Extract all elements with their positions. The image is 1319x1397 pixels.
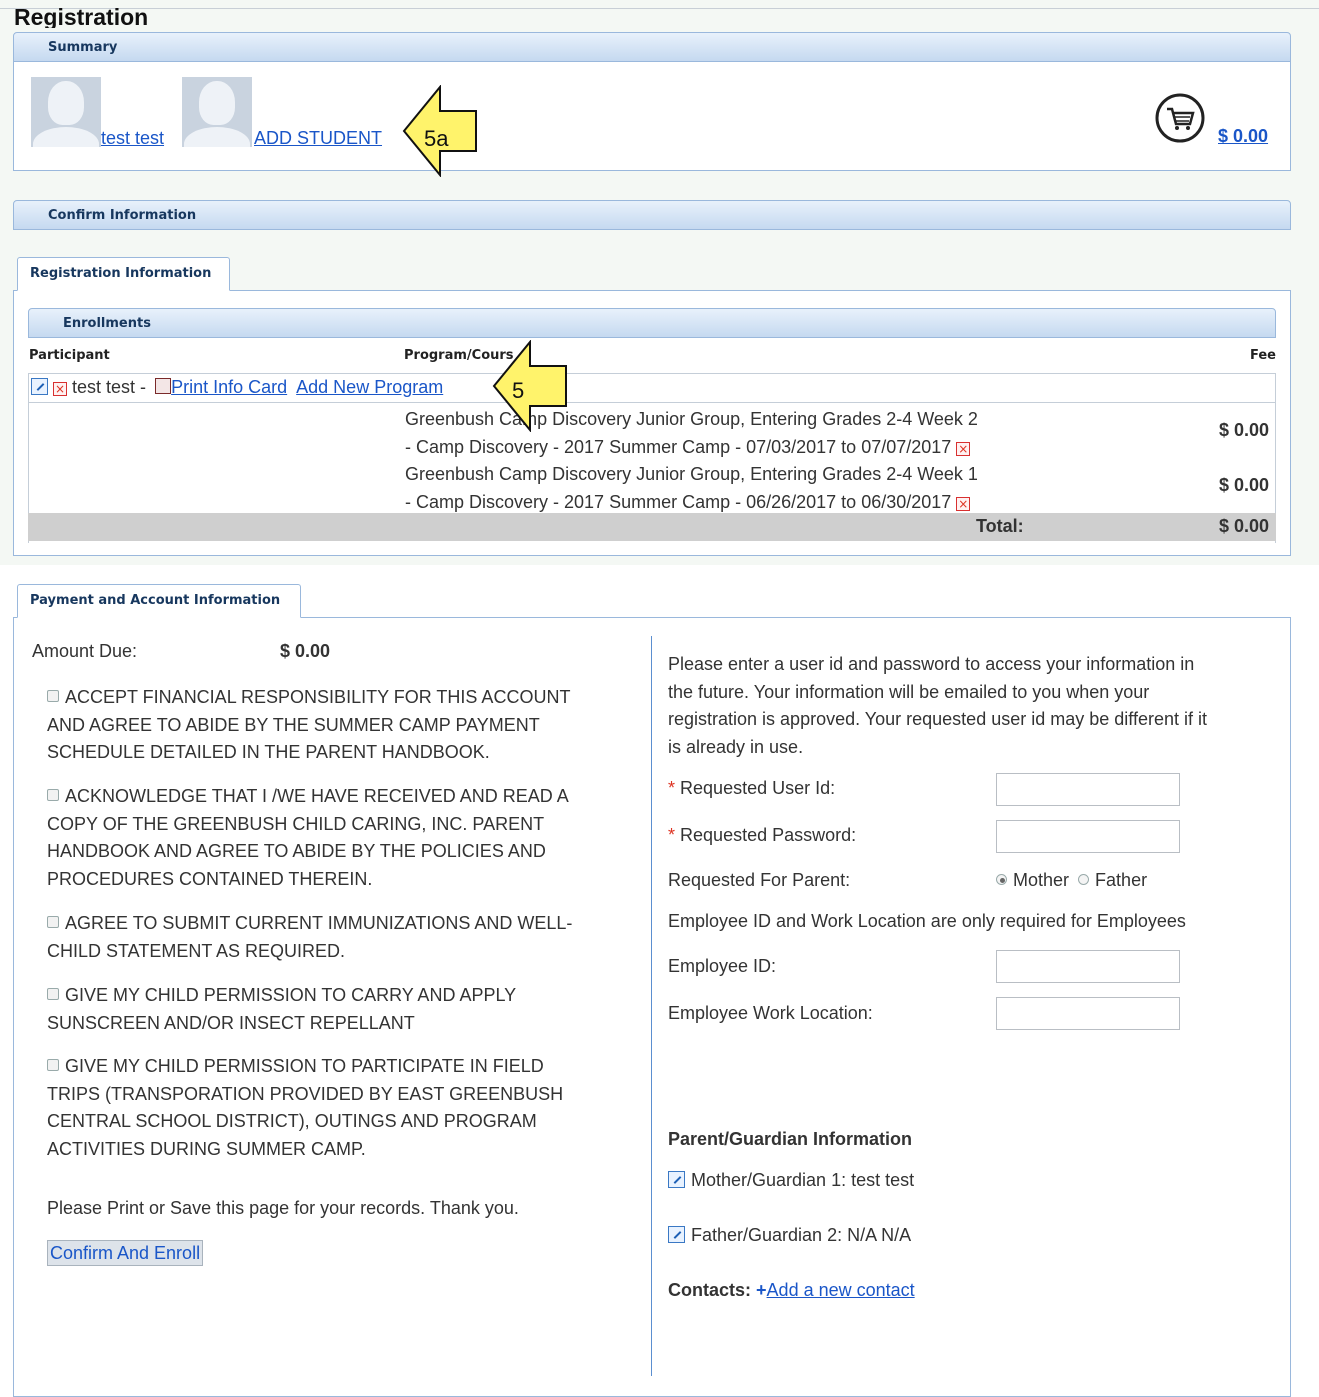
account-intro: Please enter a user id and password to a…: [668, 654, 1207, 757]
amount-due-value: $ 0.00: [280, 641, 331, 661]
father-radio[interactable]: [1078, 874, 1090, 885]
confirm-information-header: Confirm Information: [13, 200, 1291, 230]
delete-icon[interactable]: ×: [53, 382, 68, 396]
edit-icon[interactable]: [31, 378, 48, 395]
student-link-test-test[interactable]: test test: [101, 128, 164, 149]
annotation-label-5: 5: [512, 378, 525, 403]
work-location-input[interactable]: [996, 997, 1180, 1030]
remove-program-icon[interactable]: ×: [956, 497, 971, 511]
annotation-arrow-5: [492, 340, 567, 432]
col-participant: Participant: [29, 348, 110, 363]
summary-panel: test test ADD STUDENT $ 0.00: [13, 62, 1291, 171]
agreement-item: AGREE TO SUBMIT CURRENT IMMUNIZATIONS AN…: [47, 913, 573, 961]
add-student-avatar: [182, 77, 252, 147]
plus-icon[interactable]: +: [756, 1280, 767, 1300]
work-location-label: Employee Work Location:: [668, 1003, 873, 1023]
user-id-input[interactable]: [996, 773, 1180, 806]
guardian-title: Parent/Guardian Information: [668, 1129, 913, 1149]
agreement-checkbox[interactable]: [47, 690, 59, 702]
page-title: Registration: [14, 4, 149, 28]
total-row: Total: $ 0.00: [28, 513, 1276, 541]
agreement-checkbox[interactable]: [47, 1059, 59, 1071]
edit-icon[interactable]: [668, 1171, 685, 1188]
total-label: Total:: [976, 516, 1024, 536]
agreement-item: ACKNOWLEDGE THAT I /WE HAVE RECEIVED AND…: [47, 786, 569, 889]
mother-radio[interactable]: [996, 874, 1007, 885]
participant-row: × test test - Print Info Card Add New Pr…: [31, 377, 443, 398]
user-id-label: * Requested User Id:: [668, 778, 836, 798]
total-value: $ 0.00: [1219, 516, 1270, 536]
contacts-row: Contacts: +Add a new contact: [668, 1280, 915, 1300]
enrollments-header: Enrollments: [28, 308, 1276, 338]
agreement-item: GIVE MY CHILD PERMISSION TO PARTICIPATE …: [47, 1056, 564, 1159]
print-card-icon[interactable]: [155, 378, 172, 394]
parent-radio-group: Mother Father: [996, 870, 1147, 891]
print-info-card-link[interactable]: Print Info Card: [171, 377, 287, 397]
program-item: Greenbush Camp Discovery Junior Group, E…: [405, 409, 978, 457]
add-contact-link[interactable]: Add a new contact: [767, 1280, 915, 1300]
parent-label: Requested For Parent:: [668, 870, 851, 890]
program-fee: $ 0.00: [1219, 475, 1270, 495]
tab-registration-information[interactable]: Registration Information: [17, 257, 230, 291]
employee-id-input[interactable]: [996, 950, 1180, 983]
father-guardian: Father/Guardian 2: N/A N/A: [668, 1225, 911, 1246]
agreement-item: GIVE MY CHILD PERMISSION TO CARRY AND AP…: [47, 985, 517, 1033]
confirm-and-enroll-button[interactable]: Confirm And Enroll: [47, 1240, 204, 1266]
remove-program-icon[interactable]: ×: [956, 442, 971, 456]
employee-id-label: Employee ID:: [668, 956, 777, 976]
password-input[interactable]: [996, 820, 1180, 853]
registration-panel: Enrollments Participant Program/Course F…: [13, 290, 1291, 556]
mother-guardian: Mother/Guardian 1: test test: [668, 1170, 914, 1191]
summary-panel-header: Summary: [13, 32, 1291, 62]
print-note: Please Print or Save this page for your …: [47, 1198, 519, 1218]
annotation-label-5a: 5a: [424, 126, 449, 151]
program-item: Greenbush Camp Discovery Junior Group, E…: [405, 464, 978, 512]
agreement-checkbox[interactable]: [47, 789, 59, 801]
student-avatar: [31, 77, 101, 147]
payment-panel: Amount Due: $ 0.00 ACCEPT FINANCIAL RESP…: [13, 617, 1291, 1397]
add-new-program-link[interactable]: Add New Program: [296, 377, 443, 397]
amount-due-label: Amount Due:: [32, 641, 138, 661]
edit-icon[interactable]: [668, 1226, 685, 1243]
password-label: * Requested Password:: [668, 825, 857, 845]
shopping-cart-icon[interactable]: [1154, 92, 1206, 144]
cart-total-link[interactable]: $ 0.00: [1218, 126, 1268, 147]
participant-name: test test -: [72, 377, 147, 397]
col-fee: Fee: [1250, 348, 1276, 363]
agreement-checkbox[interactable]: [47, 916, 59, 928]
tab-payment-account[interactable]: Payment and Account Information: [17, 584, 301, 618]
agreement-checkbox[interactable]: [47, 988, 59, 1000]
add-student-link[interactable]: ADD STUDENT: [254, 128, 382, 149]
program-fee: $ 0.00: [1219, 420, 1270, 440]
employee-note: Employee ID and Work Location are only r…: [668, 911, 1186, 931]
column-divider: [651, 636, 652, 1376]
agreement-item: ACCEPT FINANCIAL RESPONSIBILITY FOR THIS…: [47, 687, 571, 762]
